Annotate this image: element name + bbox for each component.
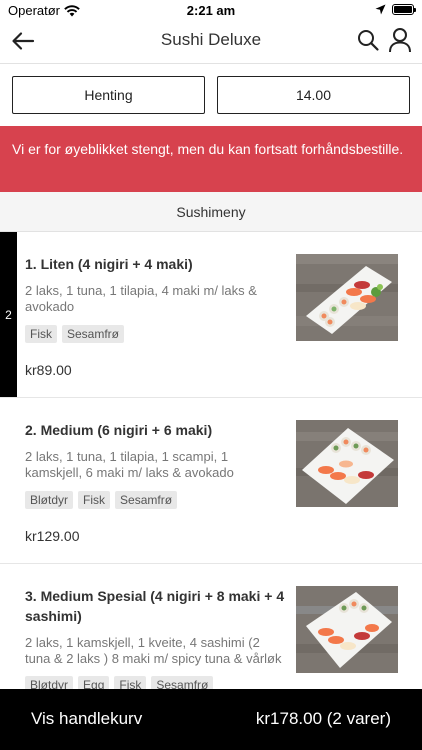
status-time: 2:21 am <box>186 3 236 18</box>
item-description: 2 laks, 1 tuna, 1 tilapia, 1 scampi, 1 k… <box>25 449 234 480</box>
item-name: 1. Liten (4 nigiri + 4 maki) <box>25 256 193 272</box>
sushi-platter-image <box>296 254 398 341</box>
menu-item[interactable]: 2. Medium (6 nigiri + 6 maki) 2 laks, 1 … <box>0 398 422 564</box>
nav-bar: Sushi Deluxe <box>0 22 422 62</box>
item-price: kr129.00 <box>25 528 80 544</box>
cart-total: kr178.00 (2 varer) <box>255 709 391 728</box>
closed-notice-banner: Vi er for øyeblikket stengt, men du kan … <box>0 126 422 192</box>
section-header: Sushimeny <box>0 192 422 232</box>
item-price: kr89.00 <box>25 362 72 378</box>
item-description: 2 laks, 1 tuna, 1 tilapia, 4 maki m/ lak… <box>25 283 257 314</box>
allergen-tags: Fisk Sesamfrø <box>25 325 125 343</box>
search-icon[interactable] <box>356 28 380 52</box>
sushi-platter-image <box>296 420 398 507</box>
menu-list: 2 1. Liten (4 nigiri + 4 maki) 2 laks, 1… <box>0 232 422 730</box>
allergen-tag: Fisk <box>25 325 57 343</box>
user-icon[interactable] <box>388 27 412 53</box>
status-bar: Operatør 2:21 am <box>0 0 422 22</box>
allergen-tag: Fisk <box>78 491 111 509</box>
pickup-time-button[interactable]: 14.00 <box>217 76 410 114</box>
menu-item[interactable]: 2 1. Liten (4 nigiri + 4 maki) 2 laks, 1… <box>0 232 422 398</box>
item-name: 2. Medium (6 nigiri + 6 maki) <box>25 422 213 438</box>
cart-quantity-value: 2 <box>5 307 12 322</box>
cart-quantity-indicator: 2 <box>0 232 17 397</box>
view-cart-bar[interactable]: Vis handlekurv kr178.00 (2 varer) <box>0 689 422 750</box>
allergen-tag: Bløtdyr <box>25 491 74 509</box>
item-name: 3. Medium Spesial (4 nigiri + 8 maki + 4… <box>25 588 285 624</box>
allergen-tags: Bløtdyr Fisk Sesamfrø <box>25 491 178 509</box>
sushi-platter-image <box>296 586 398 673</box>
item-description: 2 laks, 1 kamskjell, 1 kveite, 4 sashimi… <box>25 635 282 666</box>
view-cart-label: Vis handlekurv <box>31 709 143 728</box>
location-arrow-icon <box>375 4 386 15</box>
allergen-tag: Sesamfrø <box>62 325 125 343</box>
order-options: Henting 14.00 <box>12 76 410 114</box>
battery-icon <box>392 4 416 15</box>
delivery-mode-button[interactable]: Henting <box>12 76 205 114</box>
header-divider <box>0 63 422 64</box>
allergen-tag: Sesamfrø <box>115 491 178 509</box>
status-right-group <box>375 4 416 15</box>
